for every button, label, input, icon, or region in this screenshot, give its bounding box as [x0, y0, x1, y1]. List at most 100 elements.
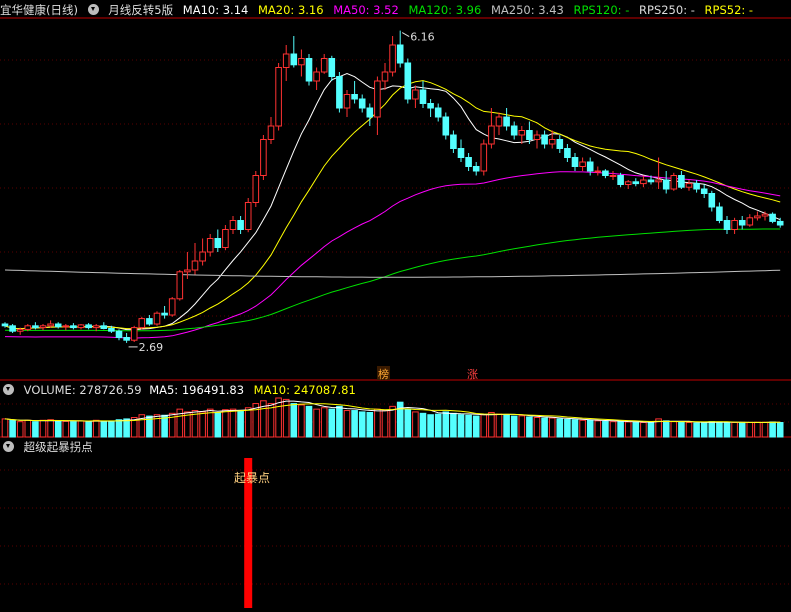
candle-body: [85, 324, 92, 329]
candle-body: [678, 175, 685, 188]
volume-bar: [738, 422, 746, 438]
candle-body: [602, 170, 609, 176]
candle-body: [374, 80, 381, 118]
volume-bar: [389, 405, 396, 438]
volume-bar: [336, 405, 343, 438]
candle-body: [138, 318, 146, 329]
volume-bar: [419, 412, 427, 438]
candle-body: [617, 175, 624, 185]
volume-bar: [450, 412, 457, 438]
candle-body: [146, 318, 153, 325]
volume-bar: [693, 422, 700, 438]
candle-body: [533, 134, 541, 140]
candle-body: [434, 107, 442, 118]
candle-body: [62, 325, 70, 328]
volume-bar: [1, 418, 9, 438]
signal-label: 起暴点: [234, 471, 270, 485]
candle-body: [206, 238, 214, 253]
volume-bar: [199, 411, 206, 438]
volume-bar: [617, 420, 624, 438]
candle-body: [191, 260, 199, 271]
volume-bar: [609, 421, 617, 438]
volume-bar: [564, 418, 571, 438]
volume-bar: [526, 416, 533, 438]
candle-body: [328, 58, 336, 77]
volume-bar: [381, 410, 389, 438]
candle-body: [488, 125, 495, 145]
volume-bar: [237, 410, 244, 438]
volume-bar: [115, 419, 123, 438]
candle-body: [123, 337, 130, 341]
volume-bar: [32, 421, 39, 438]
candle-body: [571, 157, 579, 167]
volume-bar: [632, 421, 640, 438]
candle-body: [39, 325, 47, 329]
volume-bar: [366, 411, 374, 438]
candle-body: [465, 157, 472, 167]
candle-body: [708, 193, 716, 208]
volume-bar: [533, 417, 541, 438]
stock-chart[interactable]: 6.16 2.69 榜 涨 起暴点: [0, 0, 791, 612]
volume-bar: [761, 421, 769, 438]
candle-body: [594, 170, 602, 173]
candle-body: [199, 251, 206, 262]
marker-2: 涨: [467, 368, 478, 381]
candle-body: [115, 330, 123, 339]
volume-bar: [16, 421, 24, 438]
candle-body: [1, 323, 9, 327]
candle-body: [229, 220, 237, 230]
candle-body: [655, 179, 662, 183]
volume-bar: [70, 421, 77, 438]
high-price-pointer: [401, 32, 410, 38]
candle-body: [769, 213, 776, 222]
volume-bar: [39, 419, 47, 438]
candle-body: [670, 175, 678, 190]
candle-body: [351, 94, 358, 100]
candle-body: [24, 325, 32, 330]
candle-body: [54, 323, 62, 328]
volume-bar: [457, 414, 465, 438]
candle-body: [693, 183, 700, 190]
volume-bar: [108, 421, 115, 438]
candle-body: [47, 323, 54, 327]
candle-body: [168, 298, 176, 316]
volume-bar: [716, 421, 723, 438]
candle-body: [419, 89, 427, 104]
volume-bar: [579, 419, 586, 438]
volume-bar: [769, 421, 776, 438]
volume-bar: [465, 414, 472, 438]
candle-body: [503, 116, 510, 127]
candle-body: [100, 325, 108, 329]
volume-bar: [746, 422, 754, 438]
candle-body: [442, 116, 450, 136]
candle-body: [738, 220, 746, 226]
candle-body: [548, 139, 556, 145]
candle-body: [184, 269, 191, 273]
candle-body: [716, 206, 723, 221]
volume-bar: [495, 413, 503, 438]
volume-bar: [678, 421, 685, 438]
candle-body: [396, 44, 404, 64]
candle-body: [586, 161, 594, 172]
candle-body: [381, 71, 389, 82]
volume-bar: [244, 407, 252, 438]
volume-bar: [754, 421, 761, 438]
volume-bar: [222, 409, 229, 438]
volume-bar: [85, 420, 92, 438]
candle-body: [472, 166, 480, 172]
candle-body: [366, 107, 374, 118]
volume-bar: [358, 411, 366, 438]
candle-body: [214, 238, 222, 248]
candle-body: [32, 325, 39, 329]
candle-body: [541, 134, 548, 145]
volume-bar: [267, 403, 275, 438]
volume-bar: [412, 411, 419, 438]
candle-body: [609, 175, 617, 177]
volume-bar: [100, 420, 108, 438]
candle-body: [70, 325, 77, 329]
candle-body: [457, 148, 465, 158]
candle-body: [624, 181, 632, 186]
candle-body: [450, 134, 457, 149]
candle-body: [9, 325, 16, 332]
candle-body: [313, 71, 320, 82]
